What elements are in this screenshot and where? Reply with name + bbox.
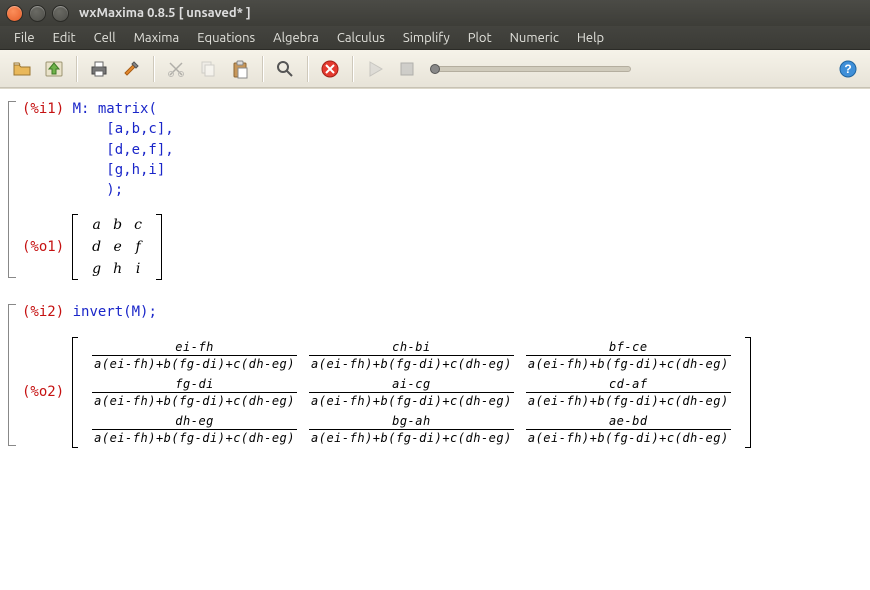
inv02: bf-cea(ei-fh)+b(fg-di)+c(dh-eg) <box>520 337 737 374</box>
output-1: (%o1) a b c d e f g h i <box>22 214 854 280</box>
m01: b <box>107 214 128 236</box>
input-2[interactable]: (%i2) invert(M); <box>22 302 854 322</box>
code-1-2: [d,e,f], <box>73 142 174 158</box>
matrix-small: a b c d e f g h i <box>86 214 148 280</box>
m00: a <box>86 214 107 236</box>
code-1-4: ); <box>73 182 124 198</box>
cell-2[interactable]: (%i2) invert(M); (%o2) ei-fha(ei-fh)+b(f… <box>8 302 854 447</box>
m11: e <box>107 236 128 258</box>
menu-calculus[interactable]: Calculus <box>329 29 393 47</box>
worksheet[interactable]: (%i1) M: matrix( [a,b,c], [d,e,f], [g,h,… <box>0 88 870 590</box>
save-button[interactable] <box>40 55 68 83</box>
cell-bracket[interactable] <box>8 304 16 445</box>
slider-thumb[interactable] <box>430 64 440 74</box>
matrix-inverse: ei-fha(ei-fh)+b(fg-di)+c(dh-eg) ch-bia(e… <box>86 337 737 448</box>
m02: c <box>128 214 148 236</box>
separator <box>307 56 308 82</box>
code-1-3: [g,h,i] <box>73 162 166 178</box>
cell-bracket[interactable] <box>8 101 16 278</box>
bracket-right <box>156 214 162 280</box>
inv22: ae-bda(ei-fh)+b(fg-di)+c(dh-eg) <box>520 411 737 448</box>
paste-button[interactable] <box>226 55 254 83</box>
menu-numeric[interactable]: Numeric <box>502 29 567 47</box>
bracket-left <box>72 337 78 448</box>
input-1[interactable]: (%i1) M: matrix( [a,b,c], [d,e,f], [g,h,… <box>22 99 854 200</box>
inv00: ei-fha(ei-fh)+b(fg-di)+c(dh-eg) <box>86 337 303 374</box>
separator <box>352 56 353 82</box>
svg-text:?: ? <box>844 62 851 76</box>
maximize-icon[interactable] <box>52 5 69 22</box>
play-button[interactable] <box>361 55 389 83</box>
inv20: dh-ega(ei-fh)+b(fg-di)+c(dh-eg) <box>86 411 303 448</box>
help-button[interactable]: ? <box>834 55 862 83</box>
open-button[interactable] <box>8 55 36 83</box>
cut-button[interactable] <box>162 55 190 83</box>
prefs-button[interactable] <box>117 55 145 83</box>
inv11: ai-cga(ei-fh)+b(fg-di)+c(dh-eg) <box>303 374 520 411</box>
m22: i <box>128 258 148 280</box>
zoom-slider[interactable] <box>431 66 631 72</box>
window-title: wxMaxima 0.8.5 [ unsaved* ] <box>79 6 251 20</box>
copy-button[interactable] <box>194 55 222 83</box>
menu-cell[interactable]: Cell <box>86 29 124 47</box>
code-1-1: [a,b,c], <box>73 121 174 137</box>
menu-maxima[interactable]: Maxima <box>126 29 188 47</box>
output-2: (%o2) ei-fha(ei-fh)+b(fg-di)+c(dh-eg) ch… <box>22 337 854 448</box>
inv12: cd-afa(ei-fh)+b(fg-di)+c(dh-eg) <box>520 374 737 411</box>
cell-1[interactable]: (%i1) M: matrix( [a,b,c], [d,e,f], [g,h,… <box>8 99 854 280</box>
menu-bar: File Edit Cell Maxima Equations Algebra … <box>0 26 870 50</box>
inv01: ch-bia(ei-fh)+b(fg-di)+c(dh-eg) <box>303 337 520 374</box>
separator <box>153 56 154 82</box>
stop-button[interactable] <box>316 55 344 83</box>
menu-simplify[interactable]: Simplify <box>395 29 458 47</box>
out-label-2: (%o2) <box>22 382 64 402</box>
close-icon[interactable] <box>6 5 23 22</box>
find-button[interactable] <box>271 55 299 83</box>
separator <box>262 56 263 82</box>
m21: h <box>107 258 128 280</box>
stop2-button[interactable] <box>393 55 421 83</box>
minimize-icon[interactable] <box>29 5 46 22</box>
menu-algebra[interactable]: Algebra <box>265 29 327 47</box>
window-titlebar: wxMaxima 0.8.5 [ unsaved* ] <box>0 0 870 26</box>
in-label-2: (%i2) <box>22 304 64 320</box>
toolbar: ? <box>0 50 870 88</box>
separator <box>76 56 77 82</box>
menu-help[interactable]: Help <box>569 29 612 47</box>
bracket-left <box>72 214 78 280</box>
m20: g <box>86 258 107 280</box>
menu-plot[interactable]: Plot <box>460 29 500 47</box>
print-button[interactable] <box>85 55 113 83</box>
m12: f <box>128 236 148 258</box>
menu-edit[interactable]: Edit <box>45 29 84 47</box>
menu-equations[interactable]: Equations <box>189 29 263 47</box>
menu-file[interactable]: File <box>6 29 43 47</box>
in-label-1: (%i1) <box>22 101 64 117</box>
code-1-0: M: matrix( <box>73 101 157 117</box>
out-label-1: (%o1) <box>22 237 64 257</box>
m10: d <box>86 236 107 258</box>
inv21: bg-aha(ei-fh)+b(fg-di)+c(dh-eg) <box>303 411 520 448</box>
code-2-0: invert(M); <box>73 304 157 320</box>
bracket-right <box>745 337 751 448</box>
inv10: fg-dia(ei-fh)+b(fg-di)+c(dh-eg) <box>86 374 303 411</box>
